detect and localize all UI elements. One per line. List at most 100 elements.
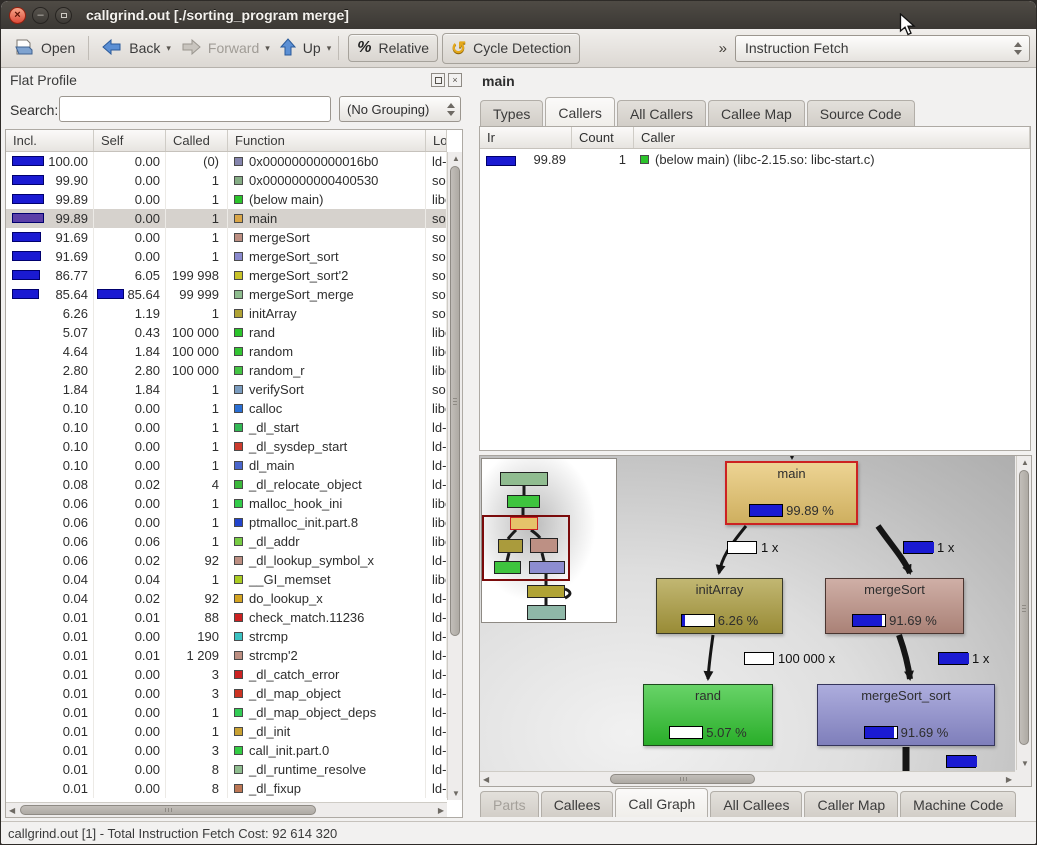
table-row[interactable]: 1.84 1.84 1 verifySort sor [6,380,447,399]
scroll-right-icon[interactable]: ▶ [1006,775,1012,784]
scrollbar-thumb[interactable] [450,166,460,636]
dock-float-icon[interactable] [431,73,445,87]
table-row[interactable]: 0.04 0.04 1 __GI_memset libc [6,570,447,589]
table-row[interactable]: 100.00 0.00 (0) 0x00000000000016b0 ld-2 [6,152,447,171]
self-value: 0.00 [135,249,160,264]
scrollbar-thumb[interactable] [20,805,316,815]
graph-node[interactable]: mergeSort_sort 91.69 % [817,684,995,746]
toolbar-overflow-icon[interactable]: » [719,40,727,57]
table-row[interactable]: 99.89 0.00 1 (below main) libc [6,190,447,209]
back-dropdown-caret[interactable]: ▾ [166,43,171,54]
table-row[interactable]: 99.89 0.00 1 main sor [6,209,447,228]
cycle-detection-button[interactable]: ↺ Cycle Detection [442,33,580,64]
table-row[interactable]: 91.69 0.00 1 mergeSort sor [6,228,447,247]
table-row[interactable]: 91.69 0.00 1 mergeSort_sort sor [6,247,447,266]
table-row[interactable]: 0.01 0.00 8 _dl_runtime_resolve ld-2 [6,760,447,779]
dock-close-icon[interactable]: × [448,73,462,87]
table-row[interactable]: 0.01 0.00 3 _dl_map_object ld-2 [6,684,447,703]
tab[interactable]: Types [480,100,543,126]
table-row[interactable]: 0.06 0.00 1 ptmalloc_init.part.8 libc [6,513,447,532]
col-incl[interactable]: Incl. [6,130,94,151]
table-row[interactable]: 0.04 0.02 92 do_lookup_x ld-2 [6,589,447,608]
table-row[interactable]: 0.01 0.00 190 strcmp ld-2 [6,627,447,646]
col-location[interactable]: Loc [426,130,447,151]
relative-toggle-button[interactable]: % Relative [348,34,438,62]
tab[interactable]: Caller Map [804,791,898,817]
back-button[interactable]: Back [94,35,168,62]
scrollbar-thumb[interactable] [610,774,755,784]
scroll-right-icon[interactable]: ▶ [438,806,444,815]
graph-vscrollbar[interactable]: ▲ ▼ [1016,456,1031,770]
table-row[interactable]: 2.80 2.80 100 000 random_r libc [6,361,447,380]
col-count[interactable]: Count [572,127,634,148]
col-self[interactable]: Self [94,130,166,151]
close-button[interactable]: × [9,7,26,24]
table-row[interactable]: 99.89 1 (below main) (libc-2.15.so: libc… [480,149,1030,169]
search-input[interactable] [59,96,331,122]
col-caller[interactable]: Caller [634,127,1030,148]
scroll-left-icon[interactable]: ◀ [483,775,489,784]
tab[interactable]: Source Code [807,100,915,126]
table-row[interactable]: 0.01 0.01 88 check_match.11236 ld-2 [6,608,447,627]
table-row[interactable]: 4.64 1.84 100 000 random libc [6,342,447,361]
open-button[interactable]: Open [7,35,83,62]
call-graph-canvas[interactable]: main 99.89 % initArray 6.26 % mergeSort [480,456,1015,771]
table-row[interactable]: 99.90 0.00 1 0x0000000000400530 sor [6,171,447,190]
table-row[interactable]: 0.01 0.00 8 _dl_fixup ld-2 [6,779,447,798]
tab[interactable]: All Callers [617,100,706,126]
table-row[interactable]: 0.10 0.00 1 _dl_start ld-2 [6,418,447,437]
graph-node[interactable]: initArray 6.26 % [656,578,783,634]
self-value: 0.00 [135,439,160,454]
scroll-down-icon[interactable]: ▼ [1021,759,1029,768]
scroll-up-icon[interactable]: ▲ [452,154,460,163]
col-function[interactable]: Function [228,130,426,151]
table-row[interactable]: 0.01 0.01 1 209 strcmp'2 ld-2 [6,646,447,665]
up-dropdown-caret[interactable]: ▾ [327,43,332,54]
table-row[interactable]: 0.06 0.00 1 malloc_hook_ini libc [6,494,447,513]
graph-overview-minimap[interactable] [481,458,617,623]
table-row[interactable]: 0.08 0.02 4 _dl_relocate_object ld-2 [6,475,447,494]
forward-button[interactable]: Forward [173,35,267,62]
table-row[interactable]: 0.01 0.00 1 _dl_map_object_deps ld-2 [6,703,447,722]
minimize-button[interactable]: – [32,7,49,24]
maximize-button[interactable] [55,7,72,24]
graph-hscrollbar[interactable]: ◀ ▶ [480,771,1015,786]
event-type-select[interactable]: Instruction Fetch [735,35,1030,62]
graph-node[interactable]: mergeSort 91.69 % [825,578,964,634]
tab[interactable]: All Callees [710,791,802,817]
table-row[interactable]: 0.10 0.00 1 dl_main ld-2 [6,456,447,475]
table-row[interactable]: 0.01 0.00 1 _dl_init ld-2 [6,722,447,741]
table-row[interactable]: 85.64 85.64 99 999 mergeSort_merge sor [6,285,447,304]
table-hscrollbar[interactable]: ◀ ▶ [6,802,447,817]
table-row[interactable]: 0.01 0.00 3 _dl_catch_error ld-2 [6,665,447,684]
grouping-select[interactable]: (No Grouping) [339,96,461,122]
table-row[interactable]: 0.10 0.00 1 calloc libc [6,399,447,418]
graph-node[interactable]: rand 5.07 % [643,684,773,746]
table-row[interactable]: 86.77 6.05 199 998 mergeSort_sort'2 sor [6,266,447,285]
tab[interactable]: Callees [541,791,614,817]
tab[interactable]: Machine Code [900,791,1016,817]
table-row[interactable]: 0.06 0.02 92 _dl_lookup_symbol_x ld-2 [6,551,447,570]
tab[interactable]: Callers [545,97,615,126]
table-row[interactable]: 5.07 0.43 100 000 rand libc [6,323,447,342]
table-row[interactable]: 0.06 0.06 1 _dl_addr libc [6,532,447,551]
scrollbar-thumb[interactable] [1019,470,1029,745]
forward-dropdown-caret[interactable]: ▾ [265,43,270,54]
tab[interactable]: Call Graph [615,788,708,817]
table-row[interactable]: 6.26 1.19 1 initArray sor [6,304,447,323]
scroll-down-icon[interactable]: ▼ [452,789,460,798]
table-vscrollbar[interactable]: ▲ ▼ [447,152,462,800]
tab[interactable]: Callee Map [708,100,805,126]
cost-bar [669,726,703,739]
graph-node[interactable]: main 99.89 % [725,461,858,525]
col-called[interactable]: Called [166,130,228,151]
minimap-viewport[interactable] [482,515,570,581]
incl-value: 6.26 [63,306,88,321]
up-button[interactable]: Up [272,34,329,63]
scroll-up-icon[interactable]: ▲ [1021,458,1029,467]
tab[interactable]: Parts [480,791,539,817]
table-row[interactable]: 0.01 0.00 3 call_init.part.0 ld-2 [6,741,447,760]
scroll-left-icon[interactable]: ◀ [9,806,15,815]
col-ir[interactable]: Ir [480,127,572,148]
table-row[interactable]: 0.10 0.00 1 _dl_sysdep_start ld-2 [6,437,447,456]
